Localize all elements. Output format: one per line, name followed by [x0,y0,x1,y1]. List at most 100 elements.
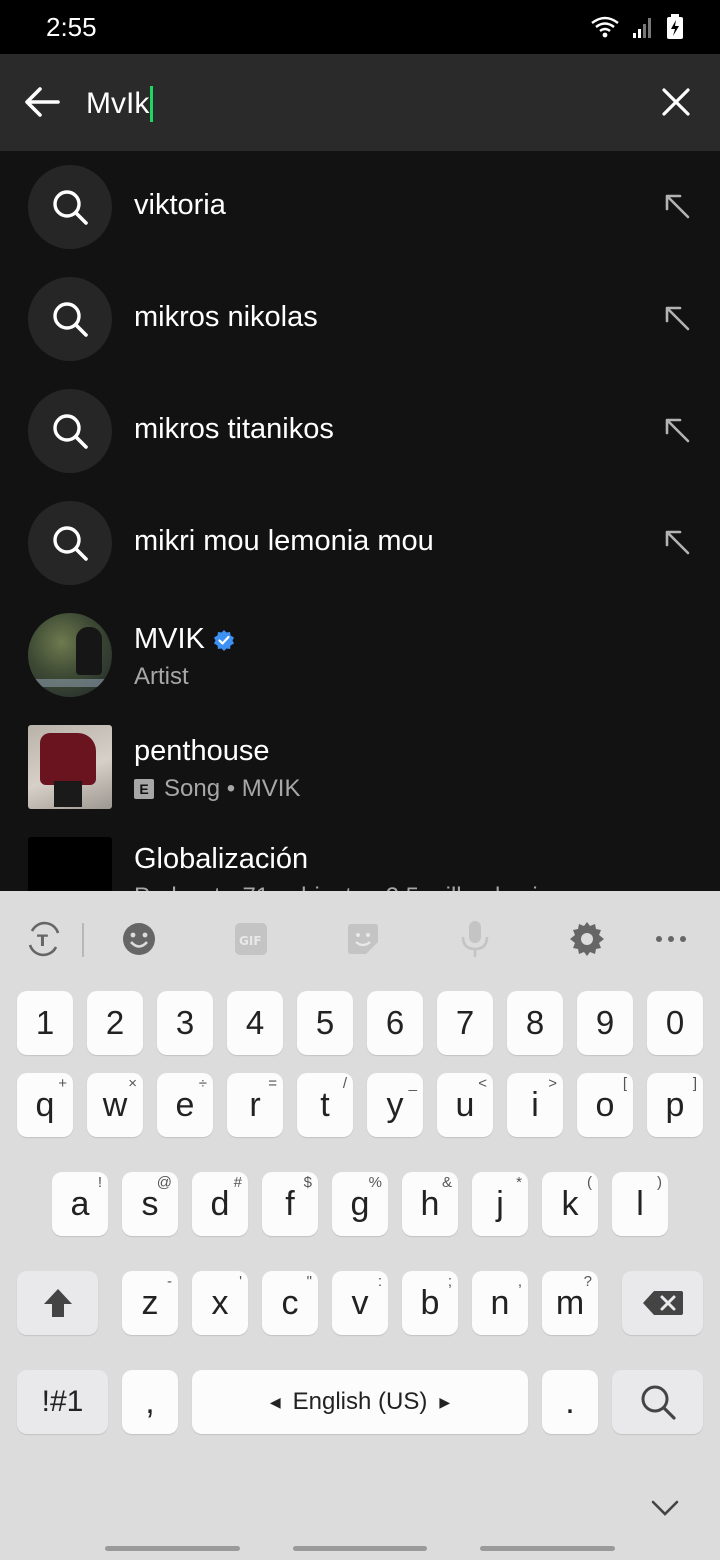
backspace-icon [642,1291,683,1315]
next-language-icon: ▶ [439,1393,451,1410]
search-results: viktoria mikros nikolas mikros titanikos… [0,151,720,891]
symbols-key[interactable]: !#1 [17,1370,108,1434]
key-i[interactable]: i > [507,1073,563,1137]
key-k[interactable]: k( [542,1172,598,1236]
key-2[interactable]: 2 [87,991,143,1055]
period-key[interactable]: . [542,1370,598,1434]
nav-back-bar[interactable] [480,1546,615,1551]
clear-search-icon[interactable] [658,84,694,120]
key-4[interactable]: 4 [227,991,283,1055]
key-s[interactable]: s @ [122,1172,178,1236]
sticker-icon[interactable] [343,919,383,959]
toolbar-divider [82,923,84,957]
key-8[interactable]: 8 [507,991,563,1055]
fill-query-arrow-icon[interactable] [662,527,692,557]
keyboard-bottom-bar [0,1477,720,1560]
gif-icon[interactable]: GIF [231,919,271,959]
key-g[interactable]: g% [332,1172,388,1236]
keyboard: T GIF 1 2 3 4 5 6 7 8 9 0 q + w × e ÷ r = t /… [0,891,720,1560]
key-5[interactable]: 5 [297,991,353,1055]
search-icon [641,1385,676,1420]
suggestion-label: mikri mou lemonia mou [134,525,434,557]
key-q[interactable]: q + [17,1073,73,1137]
key-6[interactable]: 6 [367,991,423,1055]
key-e[interactable]: e ÷ [157,1073,213,1137]
signal-icon [633,18,651,38]
search-action-key[interactable] [612,1370,703,1434]
shift-key[interactable] [17,1271,98,1335]
song-title: penthouse [134,735,270,767]
fill-query-arrow-icon[interactable] [662,415,692,445]
podcast-meta: Podcast • 71 subjects • 2:5 milk a la vi [134,883,538,891]
key-b[interactable]: b; [402,1271,458,1335]
key-3[interactable]: 3 [157,991,213,1055]
search-header: MvIk [0,54,720,151]
podcast-title: Globalización [134,843,309,875]
explicit-badge: E [134,779,154,799]
more-options-icon[interactable] [651,919,691,959]
fill-query-arrow-icon[interactable] [662,303,692,333]
svg-text:GIF: GIF [239,934,262,948]
suggestion-label: viktoria [134,189,226,221]
key-a[interactable]: a! [52,1172,108,1236]
suggestion-row[interactable]: viktoria [0,151,720,263]
song-meta: Song • MVIK [164,775,301,802]
key-h[interactable]: h & [402,1172,458,1236]
hide-keyboard-chevron-icon[interactable] [650,1499,680,1517]
podcast-result-row[interactable]: Globalización Podcast • 71 subjects • 2:… [0,823,720,891]
key-t[interactable]: t / [297,1073,353,1137]
key-r[interactable]: r = [227,1073,283,1137]
key-7[interactable]: 7 [437,991,493,1055]
back-arrow-icon[interactable] [20,80,64,124]
verified-badge-icon [213,629,234,651]
key-w[interactable]: w × [87,1073,143,1137]
emoji-icon[interactable] [119,919,159,959]
backspace-key[interactable] [622,1271,703,1335]
key-z[interactable]: z- [122,1271,178,1335]
key-u[interactable]: u < [437,1073,493,1137]
search-icon [28,277,112,361]
song-result-row[interactable]: penthouse E Song • MVIK [0,711,720,823]
spacebar[interactable]: ◀ English (US) ▶ [192,1370,528,1434]
search-input[interactable]: MvIk [86,84,154,124]
comma-key[interactable]: , [122,1370,178,1434]
key-d[interactable]: d # [192,1172,248,1236]
spacebar-language-label: English (US) [292,1388,428,1415]
settings-gear-icon[interactable] [567,919,607,959]
artist-name: MVIK [134,623,205,655]
fill-query-arrow-icon[interactable] [662,191,692,221]
suggestion-row[interactable]: mikros nikolas [0,263,720,375]
artist-type: Artist [134,663,189,690]
suggestion-label: mikros titanikos [134,413,334,445]
nav-recents-bar[interactable] [105,1546,240,1551]
key-f[interactable]: f $ [262,1172,318,1236]
key-y[interactable]: y _ [367,1073,423,1137]
key-c[interactable]: c " [262,1271,318,1335]
suggestion-row[interactable]: mikri mou lemonia mou [0,487,720,599]
suggestion-label: mikros nikolas [134,301,318,333]
key-j[interactable]: j * [472,1172,528,1236]
key-1[interactable]: 1 [17,991,73,1055]
wifi-icon [591,16,619,38]
key-x[interactable]: x ' [192,1271,248,1335]
text-mode-icon[interactable]: T [24,919,64,959]
key-p[interactable]: p] [647,1073,703,1137]
suggestion-row[interactable]: mikros titanikos [0,375,720,487]
battery-icon [667,14,683,39]
status-icons [590,14,684,40]
microphone-icon[interactable] [455,919,495,959]
key-l[interactable]: l) [612,1172,668,1236]
key-n[interactable]: n, [472,1271,528,1335]
artist-avatar [28,613,112,697]
key-v[interactable]: v: [332,1271,388,1335]
search-icon [28,165,112,249]
artist-result-row[interactable]: MVIK Artist [0,599,720,711]
key-o[interactable]: o[ [577,1073,633,1137]
status-time: 2:55 [46,12,97,42]
nav-home-bar[interactable] [293,1546,427,1551]
podcast-cover-art [28,837,112,891]
key-9[interactable]: 9 [577,991,633,1055]
status-bar: 2:55 [0,0,720,54]
key-m[interactable]: m? [542,1271,598,1335]
key-0[interactable]: 0 [647,991,703,1055]
